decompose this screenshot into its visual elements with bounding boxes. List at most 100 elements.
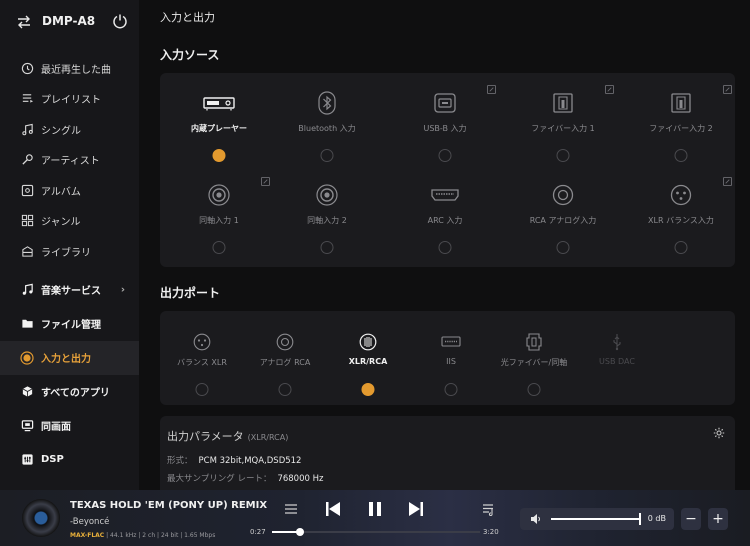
edit-icon[interactable] <box>605 85 614 94</box>
sidebar-item-all-apps[interactable]: すべてのアプリ <box>0 375 139 409</box>
usb-icon <box>606 333 628 351</box>
params-title: 出力パラメータ (XLR/RCA) <box>167 430 289 443</box>
seek-knob[interactable] <box>296 528 305 536</box>
input-label: Bluetooth 入力 <box>298 124 356 133</box>
menu-icon[interactable] <box>284 502 298 516</box>
seek-bar[interactable] <box>272 528 480 536</box>
radio-button[interactable] <box>320 241 334 254</box>
radio-button[interactable] <box>195 383 209 396</box>
sidebar-item-recent[interactable]: 最近再生した曲 <box>0 53 139 84</box>
input-label: ファイバー入力 2 <box>649 124 713 133</box>
xlr-icon <box>191 333 213 351</box>
input-tile-usb-b[interactable]: USB-B 入力 <box>390 79 500 169</box>
radio-button[interactable] <box>527 383 541 396</box>
next-icon[interactable] <box>408 501 424 517</box>
queue-icon[interactable] <box>482 502 496 516</box>
param-rate-value: 768000 Hz <box>277 474 324 484</box>
radio-button[interactable] <box>278 383 292 396</box>
output-section-title: 出力ポート <box>160 286 221 300</box>
gear-icon[interactable] <box>713 427 725 439</box>
radio-button[interactable] <box>212 241 226 254</box>
edit-icon[interactable] <box>723 177 732 186</box>
coax-icon <box>311 183 343 207</box>
sidebar-item-input-output[interactable]: 入力と出力 <box>0 340 139 375</box>
volume-control[interactable]: 0 dB <box>520 508 674 530</box>
sidebar-item-label: シングル <box>41 125 81 137</box>
input-label: ARC 入力 <box>427 216 463 225</box>
input-label: RCA アナログ入力 <box>529 216 597 225</box>
swap-icon[interactable] <box>16 14 32 30</box>
pause-icon[interactable] <box>367 501 383 517</box>
page-title: 入力と出力 <box>160 11 215 24</box>
volume-down-button[interactable]: − <box>681 508 701 530</box>
sidebar-item-album[interactable]: アルバム <box>0 175 139 206</box>
volume-up-button[interactable]: + <box>708 508 728 530</box>
mirror-icon <box>20 419 34 433</box>
output-label: 光ファイバー/同軸 <box>500 358 568 367</box>
radio-button[interactable] <box>556 241 570 254</box>
track-artist: -Beyoncé <box>70 517 110 527</box>
edit-icon[interactable] <box>723 85 732 94</box>
sidebar-item-mirror[interactable]: 同画面 <box>0 409 139 443</box>
sidebar-item-file-manager[interactable]: ファイル管理 <box>0 307 139 341</box>
sidebar-item-artist[interactable]: アーティスト <box>0 145 139 176</box>
output-label: IIS <box>446 357 456 366</box>
output-tile-balanced-xlr[interactable]: バランス XLR <box>160 315 244 399</box>
output-label: XLR/RCA <box>348 357 388 366</box>
sidebar-item-playlist[interactable]: プレイリスト <box>0 84 139 115</box>
input-source-panel: 内蔵プレーヤー Bluetooth 入力 USB-B 入力 ファイバー入力 1 … <box>160 73 735 267</box>
radio-button-selected[interactable] <box>361 383 375 396</box>
input-tile-coax-2[interactable]: 同軸入力 2 <box>272 171 382 261</box>
xlr-icon <box>665 183 697 207</box>
album-art[interactable] <box>22 499 60 537</box>
sidebar-item-genre[interactable]: ジャンル <box>0 206 139 237</box>
input-label: XLR バランス入力 <box>648 216 714 225</box>
input-tile-rca[interactable]: RCA アナログ入力 <box>508 171 618 261</box>
output-tile-analog-rca[interactable]: アナログ RCA <box>243 315 327 399</box>
sidebar-menu: 最近再生した曲 プレイリスト シングル アーティスト アルバム ジャンル ライブ… <box>0 53 139 477</box>
output-label: アナログ RCA <box>259 358 311 367</box>
edit-icon[interactable] <box>261 177 270 186</box>
sidebar-item-label: 同画面 <box>41 422 71 433</box>
input-tile-optical-2[interactable]: ファイバー入力 2 <box>626 79 736 169</box>
microphone-icon <box>20 153 34 167</box>
volume-value: 0 dB <box>647 514 666 523</box>
radio-button[interactable] <box>556 149 570 162</box>
output-tile-xlr-rca[interactable]: XLR/RCA <box>326 315 410 399</box>
input-label: USB-B 入力 <box>423 124 467 133</box>
speaker-icon[interactable] <box>530 513 542 525</box>
previous-icon[interactable] <box>325 501 341 517</box>
input-tile-internal-player[interactable]: 内蔵プレーヤー <box>164 79 274 169</box>
input-tile-bluetooth[interactable]: Bluetooth 入力 <box>272 79 382 169</box>
volume-knob[interactable] <box>639 513 641 525</box>
input-tile-optical-1[interactable]: ファイバー入力 1 <box>508 79 618 169</box>
volume-slider[interactable] <box>551 513 641 525</box>
sidebar-item-single[interactable]: シングル <box>0 114 139 145</box>
sidebar-item-dsp[interactable]: DSP <box>0 443 139 477</box>
output-tile-iis[interactable]: IIS <box>409 315 493 399</box>
power-icon[interactable] <box>112 13 128 29</box>
radio-button[interactable] <box>438 241 452 254</box>
sidebar-item-music-service[interactable]: 音楽サービス › <box>0 273 139 307</box>
radio-button[interactable] <box>674 241 688 254</box>
input-section-title: 入力ソース <box>160 48 220 62</box>
radio-button[interactable] <box>674 149 688 162</box>
track-title: TEXAS HOLD 'EM (PONY UP) REMIX <box>70 500 268 511</box>
edit-icon[interactable] <box>487 85 496 94</box>
device-name[interactable]: DMP-A8 <box>42 14 95 28</box>
iis-icon <box>440 333 462 351</box>
sidebar: DMP-A8 最近再生した曲 プレイリスト シングル アーティスト アルバム ジ… <box>0 0 139 490</box>
input-tile-arc[interactable]: ARC 入力 <box>390 171 500 261</box>
radio-button[interactable] <box>438 149 452 162</box>
dsp-icon <box>20 453 34 467</box>
optical-icon <box>547 91 579 115</box>
sidebar-item-library[interactable]: ライブラリ <box>0 236 139 267</box>
radio-button[interactable] <box>320 149 334 162</box>
radio-button[interactable] <box>444 383 458 396</box>
radio-button-selected[interactable] <box>212 149 226 162</box>
library-icon <box>20 244 34 258</box>
sidebar-item-label: ファイル管理 <box>41 320 101 331</box>
input-tile-coax-1[interactable]: 同軸入力 1 <box>164 171 274 261</box>
output-tile-optical-coax[interactable]: 光ファイバー/同軸 <box>492 315 576 399</box>
input-tile-xlr[interactable]: XLR バランス入力 <box>626 171 736 261</box>
